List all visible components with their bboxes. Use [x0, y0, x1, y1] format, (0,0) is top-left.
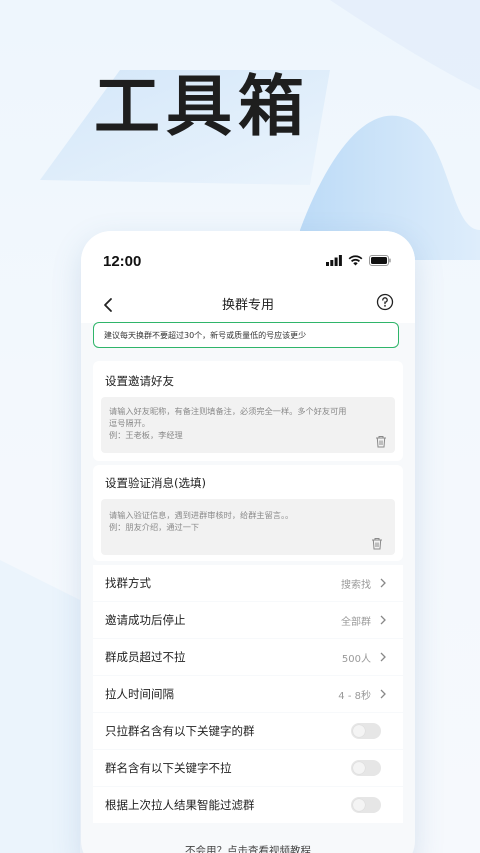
verify-placeholder-line1: 请输入验证信息，遇到进群审核时，给群主留言。。 [109, 510, 294, 520]
chevron-right-icon [380, 652, 386, 662]
row-value: 4 - 8秒 [338, 691, 371, 702]
chevron-right-icon [380, 578, 386, 588]
row-label: 根据上次拉人结果智能过滤群 [105, 798, 255, 812]
row-value: 搜索找 [341, 580, 371, 591]
keyword-exclude-toggle[interactable] [351, 760, 381, 776]
invite-friends-card: 设置邀请好友 请输入好友昵称，有备注则填备注，必须完全一样。多个好友可用 逗号隔… [93, 361, 403, 461]
trash-icon[interactable] [375, 435, 387, 448]
row-value: 500人 [341, 654, 371, 665]
verify-message-input[interactable]: 请输入验证信息，遇到进群审核时，给群主留言。。 例：朋友介绍，通过一下 [101, 499, 395, 555]
invite-placeholder-line3: 例：王老板，李经理 [109, 430, 183, 440]
hero-title: 工具箱 [94, 68, 310, 145]
row-value: 全部群 [341, 617, 371, 628]
phone-frame: 12:00 换群专用 建议每天换群不要超过30个，新号或质量低的号应该更少 设置… [81, 231, 415, 853]
chevron-right-icon [380, 615, 386, 625]
verify-placeholder-line2: 例：朋友介绍，通过一下 [109, 522, 200, 532]
toggle-knob [353, 762, 365, 774]
status-icons [326, 255, 391, 266]
status-time: 12:00 [103, 253, 142, 270]
battery-icon [369, 255, 391, 266]
trash-icon[interactable] [371, 537, 383, 550]
row-label: 群成员超过不拉 [105, 650, 186, 664]
row-label: 找群方式 [105, 576, 151, 590]
settings-row-stop-after-success[interactable]: 邀请成功后停止 全部群 [93, 602, 403, 638]
video-tutorial-link[interactable]: 不会用？点击查看视频教程 [81, 843, 415, 853]
row-label: 拉人时间间隔 [105, 687, 174, 701]
invite-placeholder-line1: 请输入好友昵称，有备注则填备注，必须完全一样。多个好友可用 [109, 406, 347, 416]
page-title: 换群专用 [221, 298, 274, 313]
settings-row-find-group[interactable]: 找群方式 搜索找 [93, 565, 403, 601]
row-label: 邀请成功后停止 [105, 613, 186, 627]
invite-placeholder-line2: 逗号隔开。 [109, 418, 150, 428]
verify-message-card: 设置验证消息(选填) 请输入验证信息，遇到进群审核时，给群主留言。。 例：朋友介… [93, 465, 403, 561]
signal-icon [326, 255, 342, 266]
navigation-bar: 换群专用 [81, 289, 415, 323]
status-bar: 12:00 [81, 231, 415, 289]
notice-banner: 建议每天换群不要超过30个，新号或质量低的号应该更少 [93, 322, 399, 348]
toggle-row-smart-filter: 根据上次拉人结果智能过滤群 [93, 787, 403, 823]
settings-row-member-limit[interactable]: 群成员超过不拉 500人 [93, 639, 403, 675]
keyword-include-toggle[interactable] [351, 723, 381, 739]
help-icon[interactable] [376, 293, 394, 311]
invite-friends-label: 设置邀请好友 [105, 374, 174, 388]
invite-friends-input[interactable]: 请输入好友昵称，有备注则填备注，必须完全一样。多个好友可用 逗号隔开。 例：王老… [101, 397, 395, 453]
settings-row-interval[interactable]: 拉人时间间隔 4 - 8秒 [93, 676, 403, 712]
toggle-knob [353, 725, 365, 737]
wifi-icon [348, 255, 363, 266]
row-label: 群名含有以下关键字不拉 [105, 761, 232, 775]
chevron-right-icon [380, 689, 386, 699]
verify-message-label: 设置验证消息(选填) [105, 476, 206, 490]
row-label: 只拉群名含有以下关键字的群 [105, 724, 255, 738]
toggle-knob [353, 799, 365, 811]
smart-filter-toggle[interactable] [351, 797, 381, 813]
toggle-row-keyword-include: 只拉群名含有以下关键字的群 [93, 713, 403, 749]
toggle-row-keyword-exclude: 群名含有以下关键字不拉 [93, 750, 403, 786]
